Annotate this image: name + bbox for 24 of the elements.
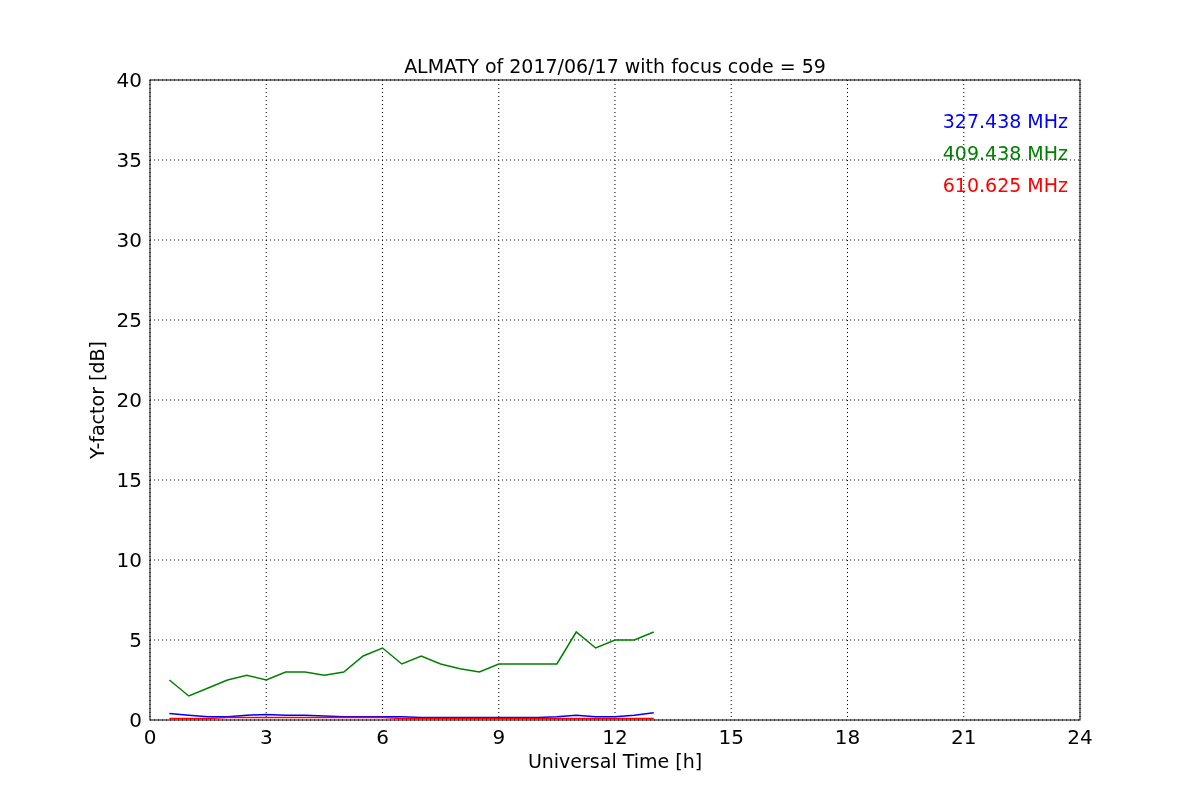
legend-entry: 327.438 MHz [942, 110, 1068, 132]
tick-label: 0 [143, 725, 157, 749]
chart-title: ALMATY of 2017/06/17 with focus code = 59 [404, 55, 826, 77]
tick-label: 30 [116, 228, 142, 252]
tick-label: 21 [951, 725, 977, 749]
tick-label: 15 [718, 725, 744, 749]
tick-label: 3 [259, 725, 273, 749]
legend-entry: 610.625 MHz [942, 174, 1068, 196]
axis-label: Y-factor [dB] [86, 341, 108, 459]
tick-label: 5 [129, 628, 142, 652]
tick-label: 0 [129, 708, 142, 732]
tick-label: 20 [116, 388, 142, 412]
tick-label: 15 [116, 468, 142, 492]
tick-label: 24 [1067, 725, 1093, 749]
legend-entry: 409.438 MHz [942, 142, 1068, 164]
tick-label: 40 [116, 68, 142, 92]
tick-label: 12 [602, 725, 628, 749]
tick-label: 9 [492, 725, 506, 749]
axis-label: Universal Time [h] [527, 750, 703, 772]
tick-label: 25 [116, 308, 142, 332]
tick-label: 10 [116, 548, 142, 572]
tick-label: 6 [376, 725, 389, 749]
tick-label: 35 [116, 148, 142, 172]
tick-label: 18 [834, 725, 861, 749]
